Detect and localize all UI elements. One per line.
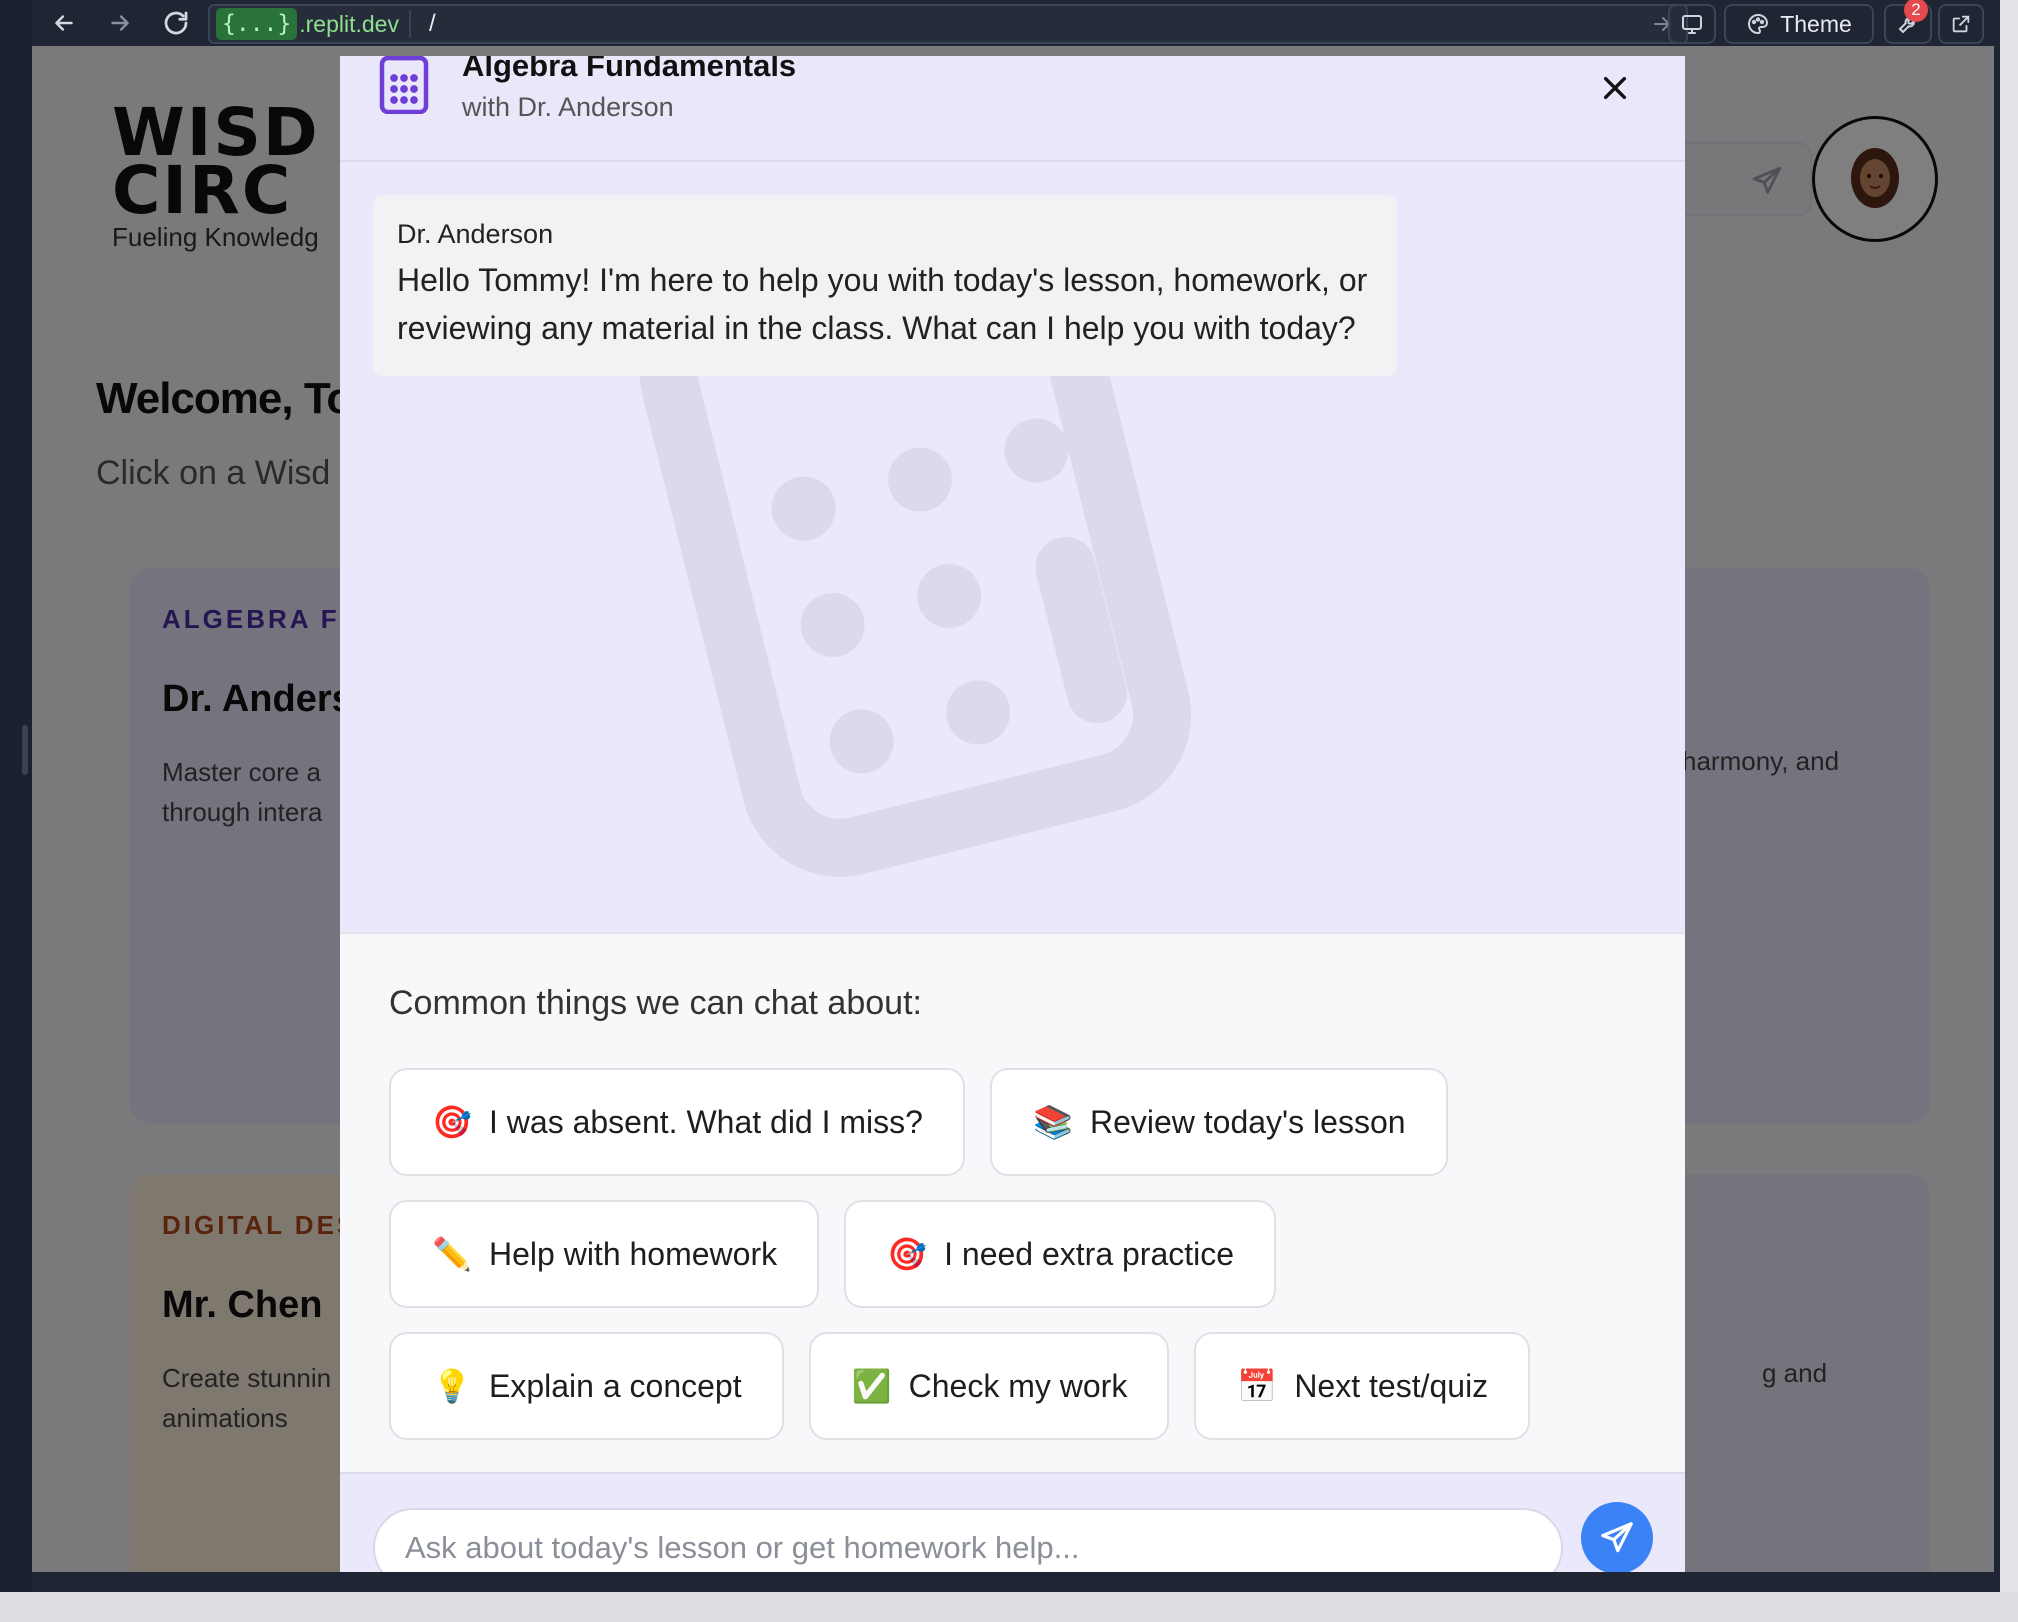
suggestion-label: I was absent. What did I miss? (489, 1103, 923, 1140)
browser-toolbar: {...} .replit.dev / Theme 2 (32, 0, 2000, 46)
arrow-left-icon (55, 15, 73, 31)
send-button[interactable] (1581, 1502, 1653, 1572)
close-button[interactable] (1591, 64, 1639, 112)
suggestion-label: Review today's lesson (1089, 1103, 1406, 1140)
url-host: {...} .replit.dev (216, 8, 399, 40)
url-separator (408, 10, 411, 38)
chat-modal: Algebra Fundamentals with Dr. Anderson D… (340, 56, 1685, 1572)
devices-button[interactable] (1668, 4, 1716, 44)
theme-label: Theme (1780, 10, 1852, 37)
suggestion-label: I need extra practice (944, 1235, 1235, 1272)
pencil-icon: ✏️ (432, 1235, 472, 1273)
tools-button[interactable]: 2 (1884, 0, 1932, 44)
calculator-icon (378, 56, 430, 119)
url-domain: .replit.dev (299, 10, 399, 37)
chat-input-bar (340, 1472, 1685, 1572)
external-link-icon (1952, 15, 1970, 33)
bottom-strip (0, 1592, 2018, 1622)
checkmark-icon: ✅ (851, 1367, 892, 1405)
lightbulb-icon: 💡 (432, 1367, 472, 1405)
assistant-message: Dr. Anderson Hello Tommy! I'm here to he… (373, 195, 1397, 376)
suggestion-row: 🎯 I was absent. What did I miss? 📚 Revie… (389, 1068, 1448, 1176)
forward-button[interactable] (100, 4, 140, 42)
suggestion-chip-check-work[interactable]: ✅ Check my work (808, 1332, 1170, 1440)
suggestion-chip-absent[interactable]: 🎯 I was absent. What did I miss? (389, 1068, 965, 1176)
chat-input[interactable] (373, 1508, 1563, 1572)
open-external-button[interactable] (1938, 4, 1984, 44)
message-sender: Dr. Anderson (397, 219, 554, 249)
close-icon (1603, 76, 1627, 100)
notification-badge: 2 (1904, 0, 1928, 22)
message-text: Hello Tommy! I'm here to help you with t… (397, 262, 1368, 346)
suggestion-row: 💡 Explain a concept ✅ Check my work 📅 Ne… (389, 1332, 1531, 1440)
suggestion-chip-explain-concept[interactable]: 💡 Explain a concept (389, 1332, 784, 1440)
suggestion-label: Help with homework (489, 1235, 778, 1272)
theme-button[interactable]: Theme (1724, 4, 1874, 44)
palette-icon (1748, 13, 1769, 35)
url-path: / (428, 10, 436, 37)
suggestion-chip-review-lesson[interactable]: 📚 Review today's lesson (989, 1068, 1448, 1176)
target-icon: 🎯 (432, 1103, 472, 1141)
send-icon (1601, 1522, 1633, 1553)
chat-messages: Dr. Anderson Hello Tommy! I'm here to he… (340, 162, 1685, 932)
calendar-icon: 📅 (1237, 1367, 1278, 1405)
suggestion-chip-extra-practice[interactable]: 🎯 I need extra practice (844, 1200, 1277, 1308)
reload-button[interactable] (156, 4, 196, 42)
books-icon: 📚 (1033, 1103, 1073, 1141)
url-chip: {...} (216, 8, 298, 40)
suggestions-panel: Common things we can chat about: 🎯 I was… (340, 932, 1685, 1472)
modal-title: Algebra Fundamentals (462, 56, 797, 83)
resize-handle[interactable] (22, 725, 28, 775)
modal-header: Algebra Fundamentals with Dr. Anderson (340, 56, 1685, 162)
modal-subtitle: with Dr. Anderson (462, 92, 674, 122)
arrow-right-icon (111, 15, 129, 31)
suggestion-chip-homework[interactable]: ✏️ Help with homework (389, 1200, 820, 1308)
suggestion-label: Check my work (908, 1367, 1128, 1404)
left-edge (0, 0, 32, 1592)
back-button[interactable] (44, 4, 84, 42)
suggestion-chip-next-test[interactable]: 📅 Next test/quiz (1194, 1332, 1531, 1440)
reload-icon (164, 11, 188, 35)
suggestion-label: Explain a concept (489, 1367, 742, 1404)
target-icon: 🎯 (887, 1235, 928, 1273)
suggestion-label: Next test/quiz (1294, 1367, 1489, 1404)
suggestion-row: ✏️ Help with homework 🎯 I need extra pra… (389, 1200, 1277, 1308)
address-bar[interactable]: {...} .replit.dev / (208, 4, 1688, 44)
suggestions-title: Common things we can chat about: (389, 984, 922, 1022)
monitor-icon (1682, 15, 1702, 34)
